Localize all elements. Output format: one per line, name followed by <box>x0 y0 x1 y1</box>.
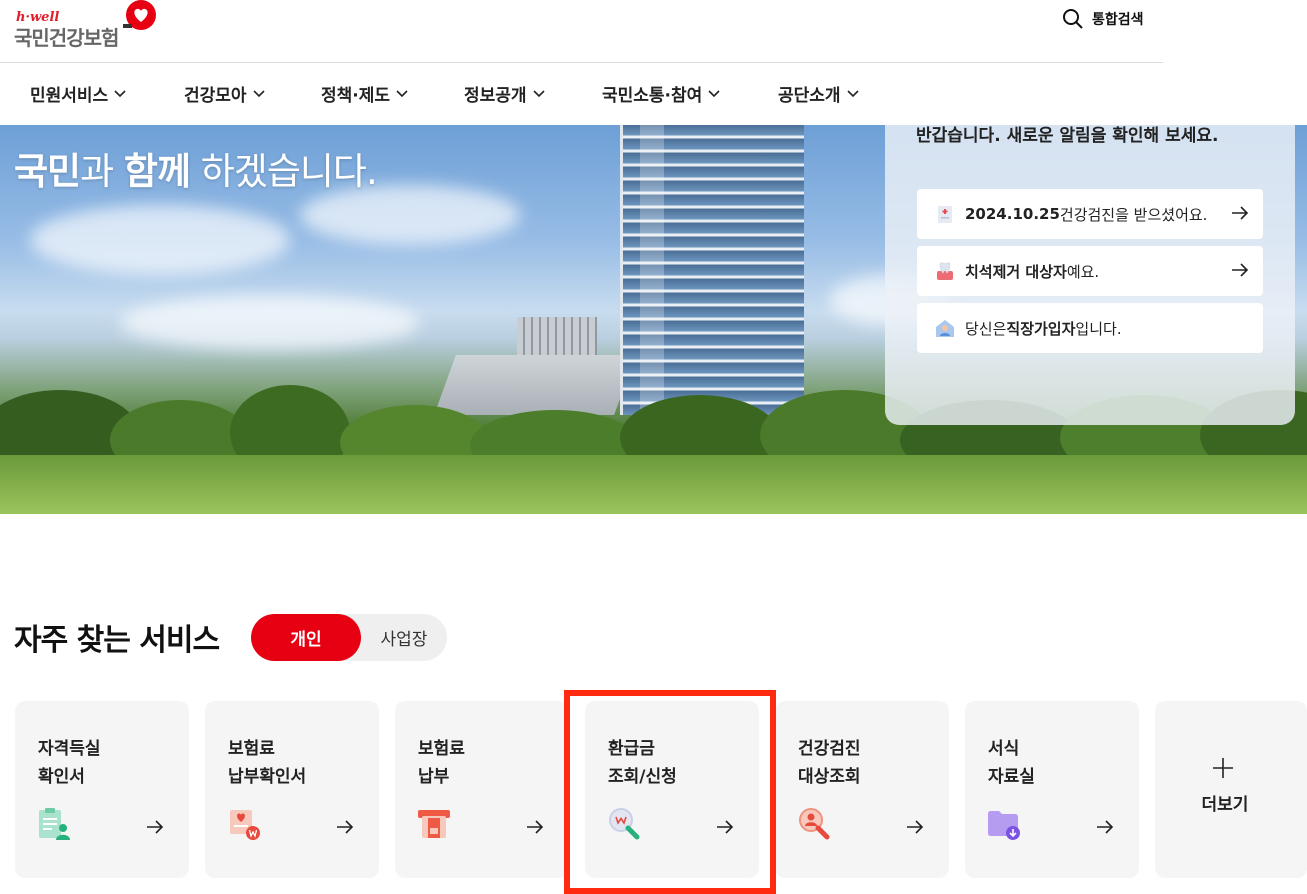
card-label: 서식 자료실 <box>988 739 1035 787</box>
notice-dental[interactable]: 치석제거 대상자 예요. <box>917 246 1263 296</box>
service-type-toggle: 개인 사업장 <box>251 614 447 661</box>
plus-icon <box>1213 758 1233 778</box>
notice-bold: 2024.10.25 <box>965 205 1060 223</box>
nav-item-info[interactable]: 정보공개 <box>464 81 545 106</box>
arrow-right-icon <box>1097 820 1114 834</box>
logo[interactable]: h·well 국민건강보험 <box>14 0 164 50</box>
arrow-right-icon <box>907 820 924 834</box>
service-card-payment[interactable]: 보험료 납부 <box>395 701 569 878</box>
notice-checkup[interactable]: 2024.10.25 건강검진을 받으셨어요. <box>917 189 1263 239</box>
payment-certificate-icon <box>230 810 260 840</box>
card-label: 건강검진 대상조회 <box>798 739 861 787</box>
arrow-right-icon <box>527 820 544 834</box>
arrow-right-icon <box>337 820 354 834</box>
more-label: 더보기 <box>1201 795 1249 815</box>
chevron-down-icon <box>252 89 265 97</box>
nav-item-policy[interactable]: 정책·제도 <box>321 81 408 106</box>
heart-logo-icon <box>123 0 156 30</box>
cloud <box>120 295 420 350</box>
service-card-checkup[interactable]: 건강검진 대상조회 <box>775 701 949 878</box>
header: h·well 국민건강보험 통합검색 <box>0 0 1163 63</box>
panel-title: 반갑습니다. 새로운 알림을 확인해 보세요. <box>916 126 1219 146</box>
headline-bold: 국민 <box>14 150 81 193</box>
chevron-down-icon <box>396 89 408 97</box>
nav-label: 공단소개 <box>778 86 841 106</box>
notice-bold: 치석제거 대상자 <box>965 262 1067 281</box>
employee-icon <box>936 320 954 337</box>
checkup-search-icon <box>799 808 830 840</box>
chevron-down-icon <box>708 89 720 97</box>
notice-text: 예요. <box>1066 262 1100 281</box>
nav-label: 건강모아 <box>184 86 247 106</box>
tab-personal[interactable]: 개인 <box>251 614 361 661</box>
chevron-down-icon <box>846 89 859 97</box>
headline-normal: 과 <box>80 150 124 193</box>
notice-bold: 직장가입자 <box>1006 319 1076 338</box>
hero-headline: 국민과 함께 하겠습니다. <box>14 141 378 195</box>
search-icon <box>1063 9 1083 29</box>
service-card-more[interactable]: 더보기 <box>1155 701 1307 878</box>
arrow-right-icon <box>717 820 734 834</box>
card-label: 자격득실 확인서 <box>38 739 101 787</box>
nav-label: 민원서비스 <box>30 86 109 106</box>
logo-name: 국민건강보험 <box>14 26 119 50</box>
refund-search-icon <box>609 808 640 840</box>
notice-employee[interactable]: 당신은 직장가입자 입니다. <box>917 303 1263 353</box>
nav-item-health[interactable]: 건강모아 <box>184 81 265 106</box>
payment-icon <box>418 810 450 838</box>
nav-label: 정책·제도 <box>321 86 391 106</box>
cloud <box>30 205 290 275</box>
chevron-down-icon <box>114 89 126 97</box>
main-nav: 민원서비스 건강모아 정책·제도 정보공개 국민소통·참여 공단소개 <box>0 63 1307 125</box>
service-card-payment-certificate[interactable]: 보험료 납부확인서 <box>205 701 379 878</box>
search-button[interactable]: 통합검색 <box>1062 8 1144 30</box>
search-label: 통합검색 <box>1092 12 1144 28</box>
services-title: 자주 찾는 서비스 <box>14 623 220 658</box>
headline-normal: 하겠습니다. <box>190 150 378 193</box>
tab-business[interactable]: 사업장 <box>361 614 447 661</box>
card-label: 보험료 납부확인서 <box>228 739 307 787</box>
arrow-right-icon <box>1232 206 1249 220</box>
notice-text: 입니다. <box>1075 319 1122 338</box>
nav-item-civil-service[interactable]: 민원서비스 <box>30 81 126 106</box>
checkup-doc-icon <box>938 206 952 223</box>
nav-label: 국민소통·참여 <box>602 86 703 106</box>
notice-text: 건강검진을 받으셨어요. <box>1059 205 1208 224</box>
service-card-qualification[interactable]: 자격득실 확인서 <box>15 701 189 878</box>
arrow-right-icon <box>1232 263 1249 277</box>
service-card-forms[interactable]: 서식 자료실 <box>965 701 1139 878</box>
arrow-right-icon <box>147 820 164 834</box>
nav-item-participation[interactable]: 국민소통·참여 <box>602 81 720 106</box>
notification-panel: 반갑습니다. 새로운 알림을 확인해 보세요. 2024.10.25 건강검진을 … <box>885 125 1295 425</box>
notice-prefix: 당신은 <box>965 319 1007 338</box>
download-folder-icon <box>988 811 1020 840</box>
certificate-person-icon <box>39 808 70 840</box>
headline-bold: 함께 <box>123 150 191 193</box>
lawn <box>0 455 1307 514</box>
card-label: 보험료 납부 <box>418 739 465 787</box>
chevron-down-icon <box>532 89 545 97</box>
tower-highlight <box>640 125 664 415</box>
card-label: 환급금 조회/신청 <box>608 739 677 787</box>
service-card-refund[interactable]: 환급금 조회/신청 <box>585 701 759 878</box>
hero-banner: 국민과 함께 하겠습니다. 반갑습니다. 새로운 알림을 확인해 보세요. 20… <box>0 125 1307 514</box>
nav-label: 정보공개 <box>464 86 527 106</box>
nav-item-about[interactable]: 공단소개 <box>778 81 859 106</box>
dental-icon <box>937 262 953 280</box>
